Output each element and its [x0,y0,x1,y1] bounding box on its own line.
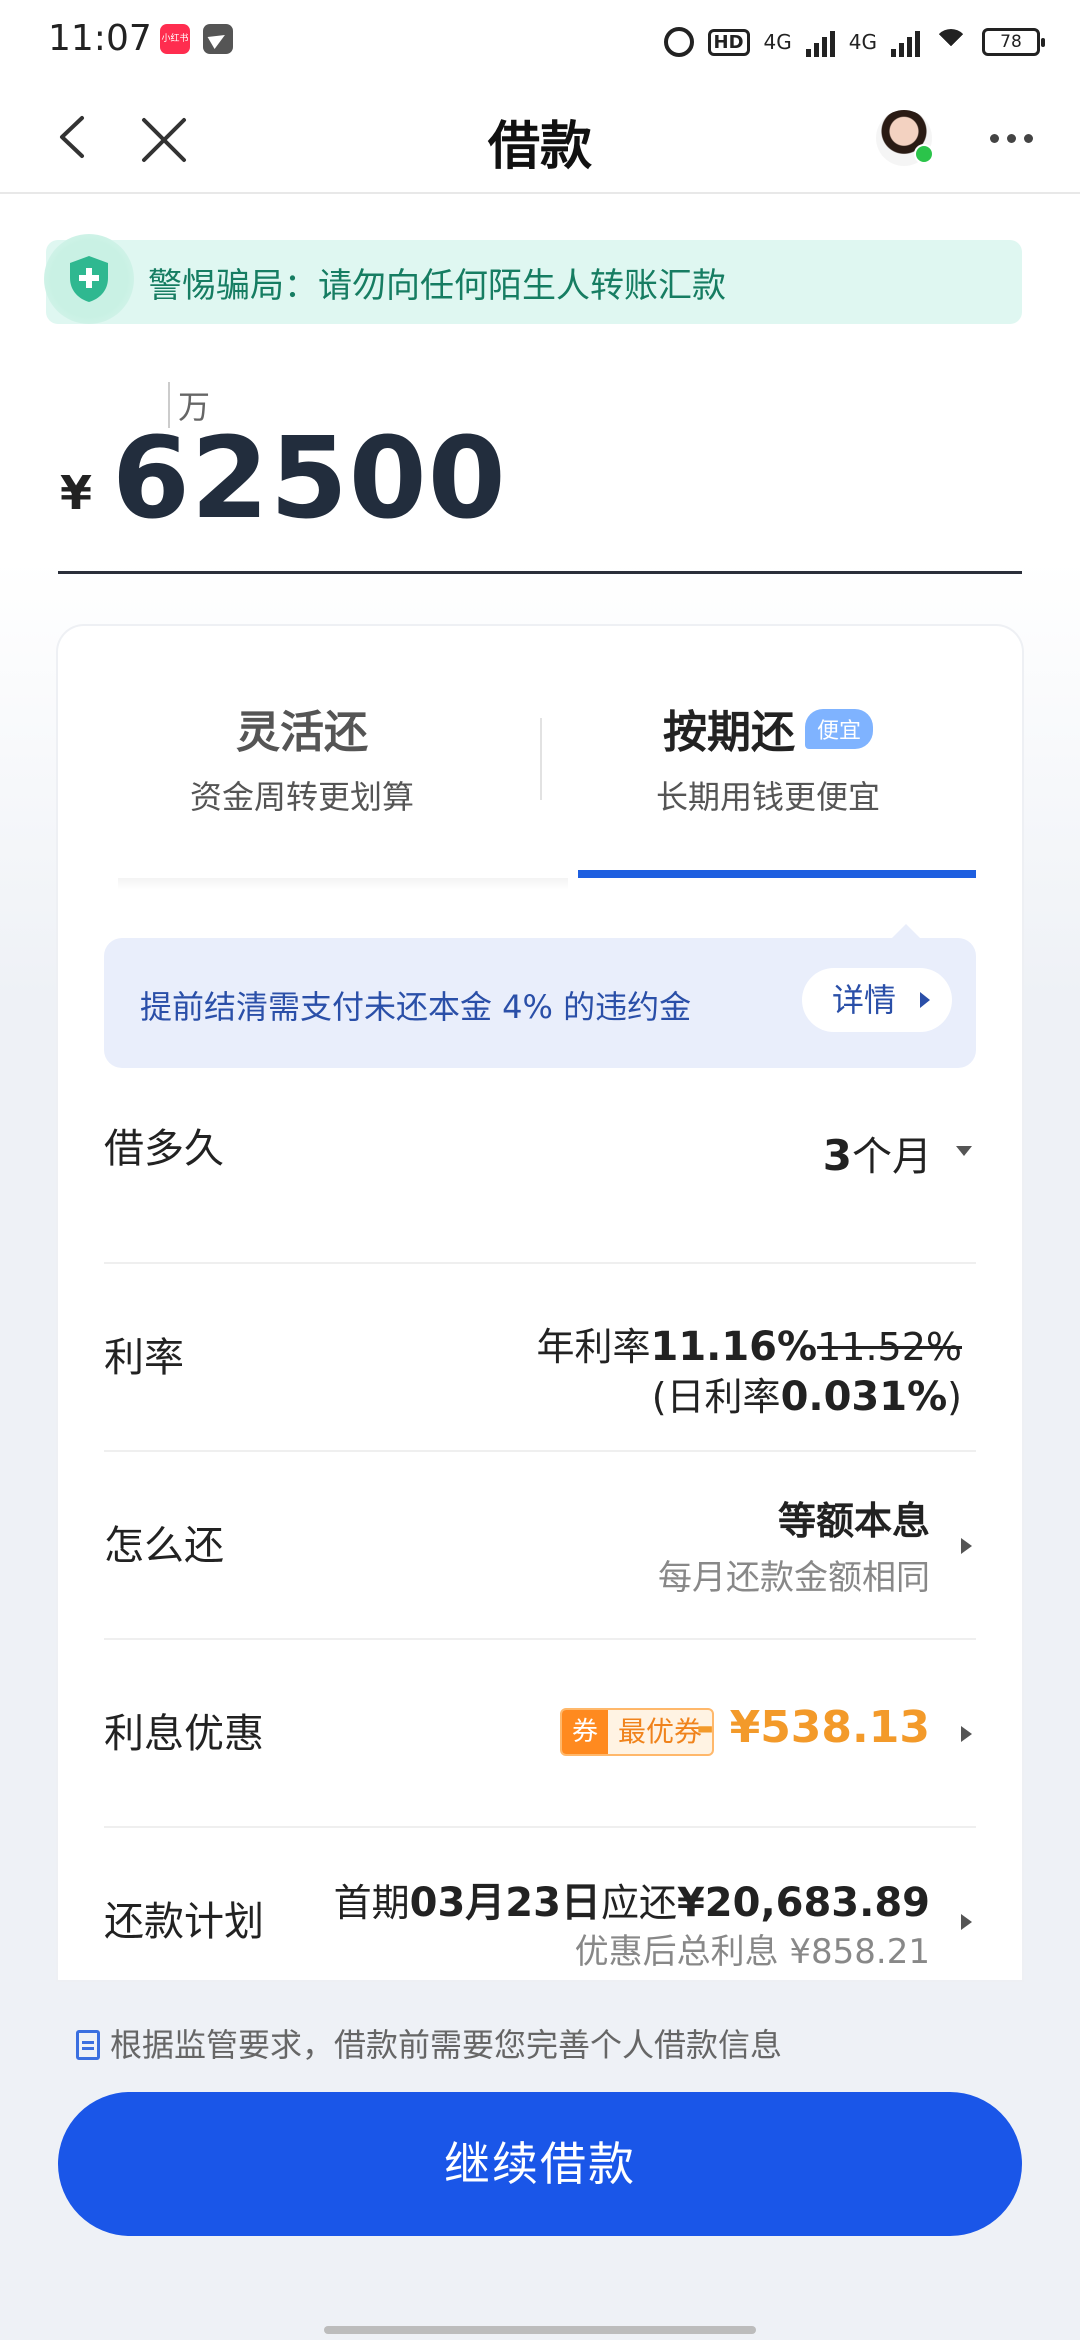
tab-subtitle: 长期用钱更便宜 [655,778,880,816]
interest-discount-row[interactable]: 利息优惠 券最优券 - ¥538.13 [104,1640,976,1828]
tab-active-indicator [578,870,976,878]
tab-title: 按期还 便宜 [558,696,978,760]
network-label-2: 4G [848,30,877,54]
discount-value: - ¥538.13 [696,1702,930,1753]
repay-method-desc: 每月还款金额相同 [658,1558,930,1598]
discount-label: 利息优惠 [104,1711,264,1757]
repayment-plan-row[interactable]: 还款计划 首期03月23日应还¥20,683.89 优惠后总利息 ¥858.21 [104,1828,976,1980]
continue-borrow-button[interactable]: 继续借款 [58,2092,1022,2236]
plan-label: 还款计划 [104,1899,264,1945]
annual-rate-value: 11.16% [650,1324,818,1370]
daily-rate-value: 0.031% [780,1374,948,1420]
rate-row: 利率 年利率11.16%11.52% (日利率0.031%) [104,1264,976,1452]
cheaper-badge: 便宜 [804,709,873,749]
repay-method-row[interactable]: 怎么还 等额本息 每月还款金额相同 [104,1452,976,1640]
shield-icon [44,234,134,324]
warning-text: 警惕骗局：请勿向任何陌生人转账汇款 [148,266,726,306]
amount-underline [58,571,1022,574]
rate-label: 利率 [104,1335,184,1381]
tab-divider [540,718,542,800]
signal-icon-2 [891,27,920,57]
chevron-right-icon [920,992,930,1008]
daily-rate-prefix: (日利率 [651,1375,781,1419]
tab-title: 灵活还 [236,707,368,758]
annual-rate: 年利率11.16%11.52% [536,1316,962,1371]
network-label-1: 4G [763,30,792,54]
daily-rate: (日利率0.031%) [652,1366,962,1421]
term-value: 3个月 [823,1124,932,1182]
term-number: 3 [822,1131,852,1180]
first-payment-mid: 应还 [600,1881,677,1925]
tab-flexible-repay[interactable]: 灵活还 资金周转更划算 [92,696,512,818]
tab-shadow [118,878,568,890]
chevron-right-icon [961,1914,972,1930]
tab-subtitle: 资金周转更划算 [189,778,414,816]
first-payment-date: 03月23日 [409,1880,601,1926]
tab-installment-repay[interactable]: 按期还 便宜 长期用钱更便宜 [558,696,978,818]
nav-bar: 借款 [0,82,1080,194]
first-payment: 首期03月23日应还¥20,683.89 [334,1870,930,1928]
daily-rate-suffix: ) [947,1375,962,1419]
document-icon [76,2030,100,2060]
chevron-right-icon [961,1538,972,1554]
status-bar: 11:07 小红书 HD 4G 4G 78 [0,0,1080,82]
details-button[interactable]: 详情 [802,968,952,1032]
currency-symbol: ¥ [60,466,93,520]
annual-rate-original: 11.52% [817,1325,962,1369]
first-payment-amount: ¥20,683.89 [676,1880,930,1926]
home-indicator[interactable] [324,2326,756,2334]
status-time: 11:07 [48,18,152,59]
term-label: 借多久 [104,1126,224,1172]
repay-method-value: 等额本息 [777,1499,930,1543]
signal-icon [805,27,835,57]
term-unit: 个月 [852,1134,932,1180]
chevron-right-icon [961,1726,972,1742]
repay-method-label: 怎么还 [104,1523,224,1569]
coupon-icon: 券 [561,1710,608,1754]
annual-rate-prefix: 年利率 [536,1325,651,1369]
total-interest: 优惠后总利息 ¥858.21 [574,1932,930,1972]
avatar[interactable] [876,110,934,166]
footnote-text: 根据监管要求，借款前需要您完善个人借款信息 [110,2026,783,2064]
loan-options-card: 灵活还 资金周转更划算 按期还 便宜 长期用钱更便宜 提前结清需支付未还本金 4%… [58,626,1022,1980]
term-row[interactable]: 借多久 3个月 [104,1094,976,1264]
best-coupon-badge: 券最优券 [559,1708,714,1756]
alarm-icon [663,27,694,57]
telegram-icon [203,24,233,54]
regulation-footnote: 根据监管要求，借款前需要您完善个人借款信息 [76,2020,782,2066]
more-icon[interactable] [990,134,1033,143]
notice-text: 提前结清需支付未还本金 4% 的违约金 [140,988,692,1026]
first-payment-prefix: 首期 [333,1881,410,1925]
prepayment-notice: 提前结清需支付未还本金 4% 的违约金 详情 [104,924,976,1068]
loan-amount-input[interactable]: 62500 [112,414,507,544]
wifi-icon [934,29,968,55]
hd-icon: HD [707,28,750,56]
xiaohongshu-icon: 小红书 [160,24,190,54]
fraud-warning-banner: 警惕骗局：请勿向任何陌生人转账汇款 [44,234,1022,324]
details-label: 详情 [832,981,897,1019]
battery-icon: 78 [982,28,1045,56]
status-icons: HD 4G 4G 78 [663,22,1045,62]
tab-title-text: 按期还 [662,707,795,758]
dropdown-icon [956,1146,972,1156]
